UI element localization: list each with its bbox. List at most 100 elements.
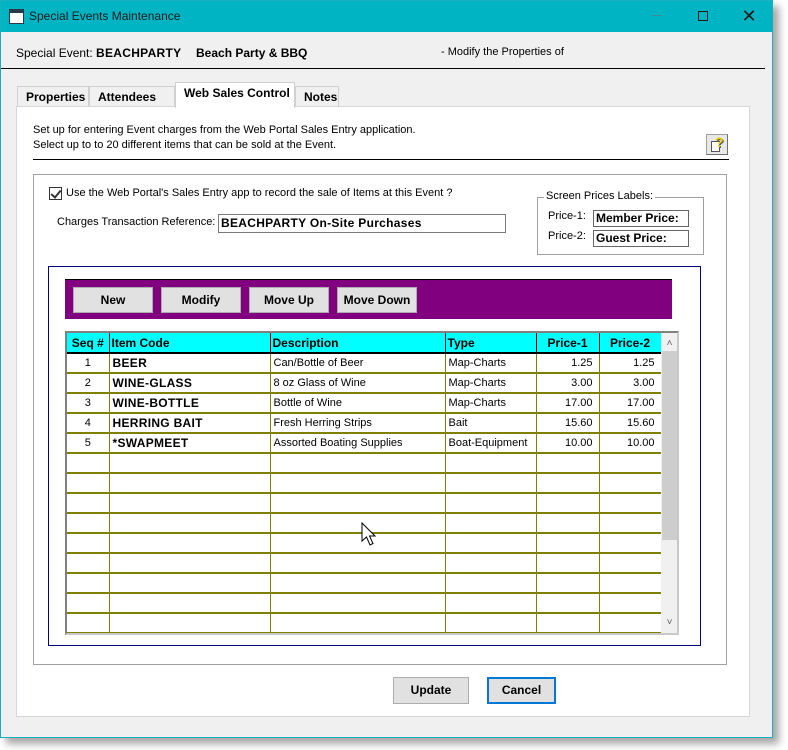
empty-cell[interactable] (599, 593, 662, 614)
new-button[interactable]: New (73, 287, 153, 313)
charges-reference-input[interactable]: BEACHPARTY On-Site Purchases (218, 214, 506, 233)
cell-description[interactable]: Fresh Herring Strips (270, 413, 446, 434)
scroll-down-icon[interactable]: ˅ (661, 614, 677, 631)
modify-button[interactable]: Modify (161, 287, 241, 313)
cell-item-code[interactable]: HERRING BAIT (109, 413, 271, 434)
col-price2[interactable]: Price-2 (599, 333, 662, 354)
minimize-button[interactable] (634, 1, 680, 32)
scrollbar-thumb[interactable] (662, 351, 677, 540)
move-down-button[interactable]: Move Down (337, 287, 417, 313)
empty-cell[interactable] (599, 513, 662, 534)
close-button[interactable]: ✕ (726, 1, 772, 32)
empty-cell[interactable] (536, 533, 600, 554)
use-web-portal-checkbox[interactable] (49, 187, 62, 200)
table-row-empty[interactable] (67, 493, 662, 514)
cell-type[interactable]: Map-Charts (445, 373, 537, 394)
empty-cell[interactable] (536, 593, 600, 614)
table-row-empty[interactable] (67, 473, 662, 494)
empty-cell[interactable] (67, 453, 110, 474)
tab-web-sales-control[interactable]: Web Sales Control (175, 82, 295, 108)
tab-properties[interactable]: Properties (17, 86, 89, 107)
empty-cell[interactable] (445, 513, 537, 534)
empty-cell[interactable] (67, 473, 110, 494)
empty-cell[interactable] (599, 613, 662, 633)
table-row[interactable]: 3 WINE-BOTTLE Bottle of Wine Map-Charts 17.0… (67, 393, 662, 414)
cell-seq[interactable]: 5 (67, 433, 110, 454)
empty-cell[interactable] (67, 593, 110, 614)
table-row[interactable]: 4 HERRING BAIT Fresh Herring Strips Bait 15.… (67, 413, 662, 434)
cancel-button[interactable]: Cancel (487, 677, 556, 704)
empty-cell[interactable] (599, 533, 662, 554)
empty-cell[interactable] (536, 453, 600, 474)
empty-cell[interactable] (536, 513, 600, 534)
cell-type[interactable]: Map-Charts (445, 393, 537, 414)
table-row[interactable]: 5 *SWAPMEET Assorted Boating Supplies Boat-… (67, 433, 662, 454)
cell-price1[interactable]: 17.00 (536, 393, 600, 414)
empty-cell[interactable] (109, 573, 271, 594)
empty-cell[interactable] (270, 453, 446, 474)
cell-item-code[interactable]: WINE-GLASS (109, 373, 271, 394)
empty-cell[interactable] (445, 533, 537, 554)
empty-cell[interactable] (109, 493, 271, 514)
table-row-empty[interactable] (67, 453, 662, 474)
empty-cell[interactable] (270, 553, 446, 574)
empty-cell[interactable] (67, 573, 110, 594)
empty-cell[interactable] (109, 453, 271, 474)
empty-cell[interactable] (67, 493, 110, 514)
vertical-scrollbar[interactable]: ˄ ˅ (661, 333, 677, 633)
cell-seq[interactable]: 2 (67, 373, 110, 394)
col-type[interactable]: Type (445, 333, 537, 354)
table-row-empty[interactable] (67, 573, 662, 594)
use-web-portal-label[interactable]: Use the Web Portal's Sales Entry app to … (66, 187, 452, 199)
empty-cell[interactable] (445, 453, 537, 474)
table-row[interactable]: 1 BEER Can/Bottle of Beer Map-Charts 1.25 1.2… (67, 353, 662, 374)
cell-price1[interactable]: 10.00 (536, 433, 600, 454)
empty-cell[interactable] (109, 613, 271, 633)
cell-description[interactable]: Assorted Boating Supplies (270, 433, 446, 454)
cell-seq[interactable]: 3 (67, 393, 110, 414)
col-item-code[interactable]: Item Code (109, 333, 271, 354)
empty-cell[interactable] (445, 553, 537, 574)
help-button[interactable]: ? (706, 134, 728, 155)
cell-type[interactable]: Boat-Equipment (445, 433, 537, 454)
empty-cell[interactable] (109, 473, 271, 494)
empty-cell[interactable] (109, 513, 271, 534)
empty-cell[interactable] (67, 533, 110, 554)
empty-cell[interactable] (599, 473, 662, 494)
table-row[interactable]: 2 WINE-GLASS 8 oz Glass of Wine Map-Charts 3… (67, 373, 662, 394)
update-button[interactable]: Update (393, 677, 469, 704)
empty-cell[interactable] (536, 473, 600, 494)
empty-cell[interactable] (445, 473, 537, 494)
table-row-empty[interactable] (67, 553, 662, 574)
empty-cell[interactable] (109, 533, 271, 554)
empty-cell[interactable] (536, 553, 600, 574)
empty-cell[interactable] (67, 553, 110, 574)
price1-label-input[interactable]: Member Price: (593, 210, 689, 227)
cell-price2[interactable]: 3.00 (599, 373, 662, 394)
empty-cell[interactable] (67, 513, 110, 534)
empty-cell[interactable] (270, 533, 446, 554)
empty-cell[interactable] (445, 493, 537, 514)
cell-item-code[interactable]: *SWAPMEET (109, 433, 271, 454)
empty-cell[interactable] (270, 493, 446, 514)
cell-seq[interactable]: 4 (67, 413, 110, 434)
cell-seq[interactable]: 1 (67, 353, 110, 374)
table-row-empty[interactable] (67, 613, 662, 633)
empty-cell[interactable] (270, 573, 446, 594)
cell-item-code[interactable]: WINE-BOTTLE (109, 393, 271, 414)
move-up-button[interactable]: Move Up (249, 287, 329, 313)
empty-cell[interactable] (109, 593, 271, 614)
title-bar[interactable]: Special Events Maintenance ✕ (1, 1, 772, 32)
empty-cell[interactable] (599, 573, 662, 594)
empty-cell[interactable] (445, 573, 537, 594)
cell-price2[interactable]: 15.60 (599, 413, 662, 434)
empty-cell[interactable] (109, 553, 271, 574)
price2-label-input[interactable]: Guest Price: (593, 230, 689, 247)
col-seq[interactable]: Seq # (67, 333, 110, 354)
empty-cell[interactable] (536, 493, 600, 514)
cell-description[interactable]: 8 oz Glass of Wine (270, 373, 446, 394)
empty-cell[interactable] (599, 553, 662, 574)
cell-price1[interactable]: 15.60 (536, 413, 600, 434)
empty-cell[interactable] (270, 513, 446, 534)
cell-price2[interactable]: 10.00 (599, 433, 662, 454)
